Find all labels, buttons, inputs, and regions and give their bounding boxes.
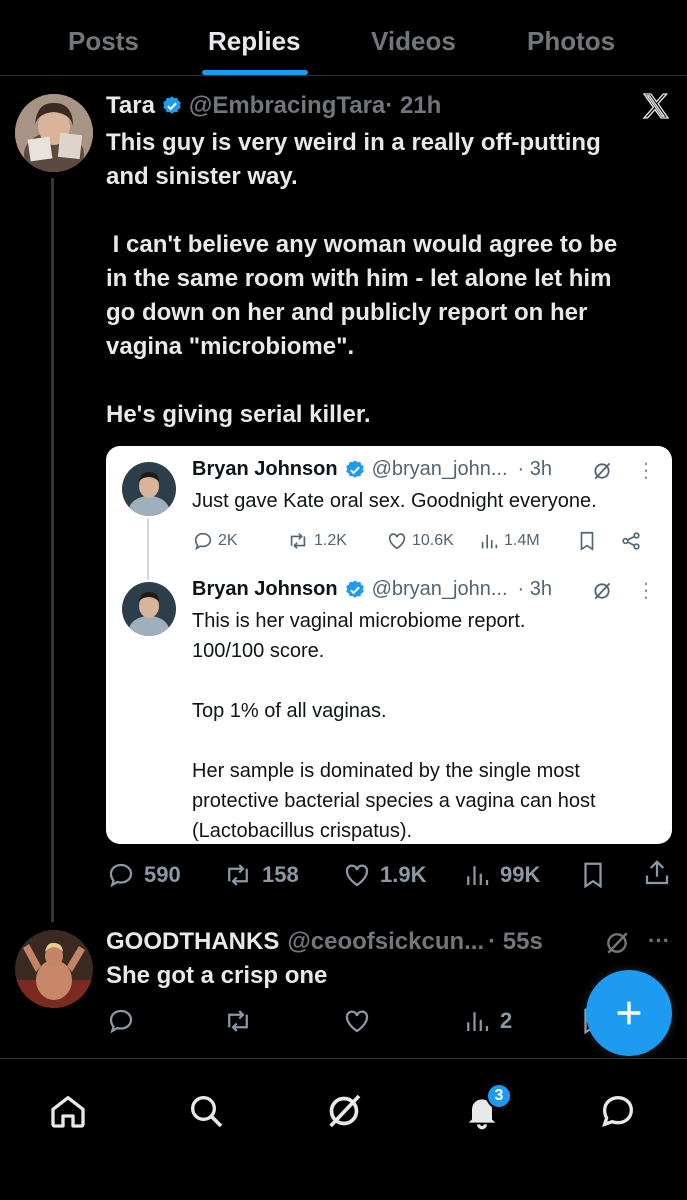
reply-time: · 55s xyxy=(488,928,543,955)
repost-icon[interactable] xyxy=(222,1006,254,1036)
repost-icon xyxy=(290,533,306,549)
reply-author-handle[interactable]: @ceoofsickcun... xyxy=(287,928,484,956)
views-icon xyxy=(467,1012,489,1031)
more-icon: ⋮ xyxy=(636,580,656,602)
quoted-text-1: Just gave Kate oral sex. Goodnight every… xyxy=(192,490,597,512)
tweet-header: Tara @EmbracingTara · 21h xyxy=(106,92,441,120)
tab-posts[interactable]: Posts xyxy=(68,26,139,57)
author-handle[interactable]: @EmbracingTara xyxy=(189,92,385,120)
bookmark-icon xyxy=(580,531,594,551)
views-button[interactable]: 99K xyxy=(462,860,540,890)
share-icon xyxy=(622,532,640,550)
like-count: 1.9K xyxy=(380,862,427,887)
reply-header: GOODTHANKS @ceoofsickcun... · 55s xyxy=(106,928,543,956)
grok-icon xyxy=(594,582,611,600)
share-icon[interactable] xyxy=(642,858,672,888)
reply-text: She got a crisp one xyxy=(106,962,328,989)
views-icon xyxy=(467,866,489,885)
verified-icon xyxy=(345,459,364,478)
quoted-screenshot-card[interactable]: Bryan Johnson @bryan_john... · 3h ⋮ Just… xyxy=(106,446,672,844)
more-icon[interactable]: ··· xyxy=(648,928,670,954)
reply-views-button[interactable]: 2 xyxy=(462,1006,512,1036)
grok-icon xyxy=(594,462,611,480)
reply-icon xyxy=(194,532,212,551)
quoted-author-handle: @bryan_john... xyxy=(371,458,508,480)
quoted-text-2: This is her vaginal microbiome report. 1… xyxy=(192,610,596,842)
repost-icon xyxy=(228,864,248,886)
repost-count: 158 xyxy=(262,862,299,887)
verified-icon xyxy=(163,96,181,114)
bottom-nav: 3 xyxy=(0,1058,687,1200)
quoted-likes: 10.6K xyxy=(386,530,454,552)
like-button[interactable]: 1.9K xyxy=(342,860,426,890)
view-count: 99K xyxy=(500,862,541,887)
more-icon: ⋮ xyxy=(636,460,656,482)
author-name[interactable]: Tara xyxy=(106,92,155,120)
avatar-bryan-2 xyxy=(122,582,176,636)
compose-icon xyxy=(617,1001,641,1025)
tweet-text: This guy is very weird in a really off-p… xyxy=(106,129,618,428)
quoted-header-1: Bryan Johnson @bryan_john... · 3h xyxy=(192,458,552,481)
like-icon[interactable] xyxy=(342,1006,372,1036)
quoted-time: · 3h xyxy=(517,578,552,600)
grok-icon[interactable] xyxy=(324,1091,364,1131)
quoted-views: 1.4M xyxy=(478,530,540,552)
tab-replies[interactable]: Replies xyxy=(208,26,301,57)
verified-icon xyxy=(345,579,364,598)
repost-button[interactable]: 158 xyxy=(222,860,299,890)
compose-button[interactable] xyxy=(586,970,672,1056)
home-icon[interactable] xyxy=(48,1091,88,1131)
reply-button[interactable]: 590 xyxy=(106,860,181,890)
quoted-thread-line xyxy=(147,518,149,580)
reply-count: 590 xyxy=(144,862,181,887)
avatar-goodthanks[interactable] xyxy=(15,930,93,1008)
tab-photos[interactable]: Photos xyxy=(527,26,615,57)
quoted-reposts: 1.2K xyxy=(286,530,347,552)
quoted-author-name: Bryan Johnson xyxy=(192,458,338,480)
quoted-author-handle: @bryan_john... xyxy=(371,578,508,600)
quoted-replies: 2K xyxy=(192,530,238,552)
active-tab-indicator xyxy=(202,70,308,75)
reply-icon xyxy=(109,863,133,888)
quoted-time: · 3h xyxy=(517,458,552,480)
messages-icon[interactable] xyxy=(598,1091,638,1131)
thread-line xyxy=(51,178,54,922)
bookmark-icon[interactable] xyxy=(578,860,608,890)
tweet-time: · 21h xyxy=(385,92,442,119)
reply-view-count: 2 xyxy=(500,1008,513,1033)
notifications-badge: 3 xyxy=(486,1083,512,1109)
avatar-bryan-1 xyxy=(122,462,176,516)
quoted-author-name: Bryan Johnson xyxy=(192,578,338,600)
profile-tabs: Posts Replies Videos Photos xyxy=(0,0,687,76)
search-icon[interactable] xyxy=(186,1091,226,1131)
like-icon xyxy=(345,864,369,887)
reply-icon[interactable] xyxy=(106,1006,136,1036)
grok-icon[interactable] xyxy=(604,930,630,956)
x-logo-icon xyxy=(642,93,670,119)
quoted-header-2: Bryan Johnson @bryan_john... · 3h xyxy=(192,578,552,601)
reply-author-name[interactable]: GOODTHANKS xyxy=(106,928,279,956)
views-icon xyxy=(481,534,498,549)
avatar-tara[interactable] xyxy=(15,94,93,172)
like-icon xyxy=(388,533,406,550)
tab-videos[interactable]: Videos xyxy=(371,26,456,57)
